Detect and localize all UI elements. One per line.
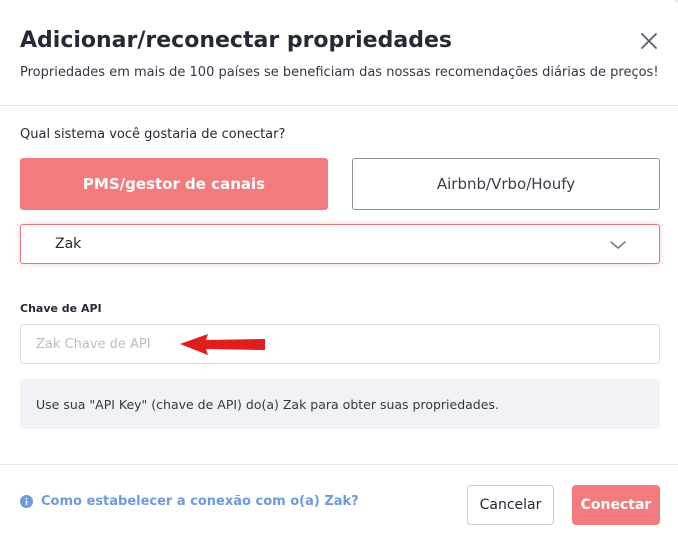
info-icon bbox=[20, 495, 33, 508]
system-question: Qual sistema você gostaria de conectar? bbox=[20, 127, 286, 142]
dialog-header: Adicionar/reconectar propriedades Propri… bbox=[0, 0, 678, 106]
cancel-button[interactable]: Cancelar bbox=[467, 485, 554, 525]
info-text: Use sua "API Key" (chave de API) do(a) Z… bbox=[36, 397, 499, 412]
api-key-label: Chave de API bbox=[20, 302, 102, 315]
connect-properties-dialog: Adicionar/reconectar propriedades Propri… bbox=[0, 0, 678, 544]
option-airbnb-vrbo-houfy[interactable]: Airbnb/Vrbo/Houfy bbox=[352, 158, 660, 210]
system-dropdown[interactable]: Zak bbox=[20, 224, 660, 264]
option-pms-channel-manager[interactable]: PMS/gestor de canais bbox=[20, 158, 328, 210]
close-button[interactable] bbox=[638, 30, 660, 52]
help-link[interactable]: Como estabelecer a conexão com o(a) Zak? bbox=[20, 494, 359, 509]
dialog-subtitle: Propriedades em mais de 100 países se be… bbox=[20, 65, 659, 80]
connect-button[interactable]: Conectar bbox=[572, 485, 660, 525]
dialog-title: Adicionar/reconectar propriedades bbox=[20, 28, 452, 53]
chevron-down-icon bbox=[610, 241, 626, 249]
api-key-input[interactable] bbox=[20, 324, 660, 364]
red-arrow-icon bbox=[180, 334, 265, 355]
info-box: Use sua "API Key" (chave de API) do(a) Z… bbox=[20, 379, 660, 429]
dropdown-selected-value: Zak bbox=[55, 236, 82, 252]
help-link-text: Como estabelecer a conexão com o(a) Zak? bbox=[41, 494, 359, 509]
footer-divider bbox=[0, 464, 678, 465]
close-icon bbox=[641, 33, 657, 49]
